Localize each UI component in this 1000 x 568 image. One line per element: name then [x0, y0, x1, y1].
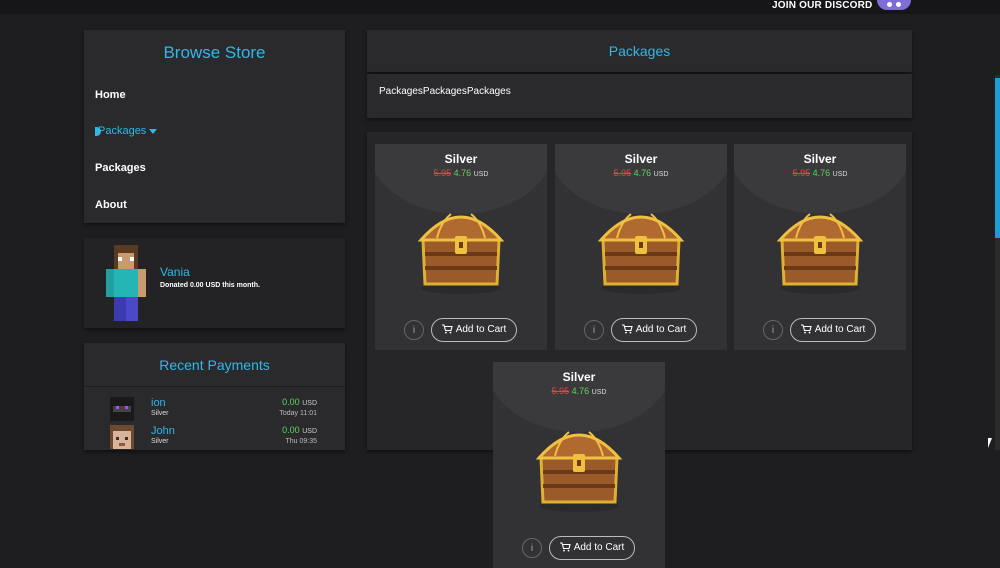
- old-price: 5.95: [613, 168, 632, 178]
- divider: [84, 386, 345, 387]
- package-price: 5.95 4.76 USD: [493, 386, 665, 396]
- page-title: Packages: [608, 43, 671, 59]
- packages-description: PackagesPackagesPackages: [367, 74, 912, 118]
- sidebar-title: Browse Store: [163, 43, 266, 62]
- player-avatar: [110, 397, 134, 421]
- recent-payments-panel: Recent Payments ion Silver 0.00 USD Toda…: [84, 343, 345, 450]
- package-card: Silver 5.95 4.76 USD i Add to Cart: [555, 144, 727, 350]
- packages-header: Packages: [367, 30, 912, 72]
- description-text: PackagesPackagesPackages: [379, 86, 511, 97]
- package-name: Silver: [624, 152, 658, 166]
- info-icon: i: [530, 543, 534, 554]
- package-price: 5.95 4.76 USD: [555, 168, 727, 178]
- payment-row: ion Silver 0.00 USD Today 11:01: [108, 397, 333, 423]
- cart-icon: [559, 542, 571, 552]
- mouse-cursor-icon: [988, 438, 992, 448]
- add-to-cart-label: Add to Cart: [635, 324, 687, 335]
- package-price: 5.95 4.76 USD: [375, 168, 547, 178]
- sale-price: 4.76: [571, 386, 590, 396]
- sidebar-nav: Browse Store Home Packages Packages Abou…: [84, 30, 345, 223]
- treasure-chest-image: [535, 431, 623, 512]
- nav-item-packages-dropdown[interactable]: Packages: [95, 125, 158, 137]
- add-to-cart-button[interactable]: Add to Cart: [611, 318, 697, 342]
- payment-player: John: [151, 425, 175, 437]
- payment-package: Silver: [151, 410, 169, 417]
- cart-icon: [441, 324, 453, 334]
- payment-time: Today 11:01: [279, 410, 317, 417]
- add-to-cart-button[interactable]: Add to Cart: [431, 318, 517, 342]
- top-donator-panel: Vania Donated 0.00 USD this month.: [84, 238, 345, 328]
- add-to-cart-label: Add to Cart: [455, 324, 507, 335]
- old-price: 5.95: [433, 168, 452, 178]
- payment-amount: 0.00 USD: [282, 397, 317, 407]
- payment-package: Silver: [151, 438, 169, 445]
- old-price: 5.95: [792, 168, 811, 178]
- player-skin-image: [106, 245, 146, 321]
- currency: USD: [832, 171, 848, 178]
- discord-icon[interactable]: [877, 0, 911, 10]
- info-icon: i: [412, 325, 416, 336]
- info-icon: i: [771, 325, 775, 336]
- package-price: 5.95 4.76 USD: [734, 168, 906, 178]
- payment-currency: USD: [302, 400, 317, 407]
- treasure-chest-image: [417, 213, 505, 294]
- info-button[interactable]: i: [763, 320, 783, 340]
- sale-price: 4.76: [633, 168, 652, 178]
- old-price: 5.95: [551, 386, 570, 396]
- scrollbar-thumb[interactable]: [995, 78, 1000, 238]
- package-card: Silver 5.95 4.76 USD i Add to Cart: [734, 144, 906, 350]
- chevron-down-icon: [149, 128, 158, 134]
- nav-item-label: Packages: [98, 125, 147, 137]
- nav-item-about[interactable]: About: [95, 199, 127, 211]
- add-to-cart-label: Add to Cart: [814, 324, 866, 335]
- info-button[interactable]: i: [404, 320, 424, 340]
- donator-name: Vania: [160, 265, 190, 279]
- package-name: Silver: [803, 152, 837, 166]
- nav-item-packages[interactable]: Packages: [95, 162, 146, 174]
- payment-time: Thu 09:35: [285, 438, 317, 445]
- treasure-chest-image: [597, 213, 685, 294]
- info-icon: i: [592, 325, 596, 336]
- donator-text: Donated 0.00 USD this month.: [160, 282, 260, 289]
- currency: USD: [653, 171, 669, 178]
- cart-icon: [621, 324, 633, 334]
- payment-currency: USD: [302, 428, 317, 435]
- payment-player: ion: [151, 397, 166, 409]
- info-button[interactable]: i: [584, 320, 604, 340]
- cart-icon: [800, 324, 812, 334]
- package-card: Silver 5.95 4.76 USD i Add to Cart: [375, 144, 547, 350]
- add-to-cart-button[interactable]: Add to Cart: [549, 536, 635, 560]
- sale-price: 4.76: [453, 168, 472, 178]
- discord-link[interactable]: JOIN OUR DISCORD: [772, 0, 872, 11]
- currency: USD: [591, 389, 607, 396]
- add-to-cart-label: Add to Cart: [573, 542, 625, 553]
- treasure-chest-image: [776, 213, 864, 294]
- currency: USD: [473, 171, 489, 178]
- add-to-cart-button[interactable]: Add to Cart: [790, 318, 876, 342]
- player-avatar: [110, 425, 134, 449]
- info-button[interactable]: i: [522, 538, 542, 558]
- nav-item-home[interactable]: Home: [95, 89, 126, 101]
- package-grid: Silver 5.95 4.76 USD i Add to Cart Silver 5.…: [367, 132, 912, 568]
- recent-payments-title: Recent Payments: [159, 357, 270, 373]
- sale-price: 4.76: [812, 168, 831, 178]
- payment-value: 0.00: [282, 397, 300, 407]
- package-name: Silver: [562, 370, 596, 384]
- payment-value: 0.00: [282, 425, 300, 435]
- package-card: Silver 5.95 4.76 USD i Add to Cart: [493, 362, 665, 568]
- payment-row: John Silver 0.00 USD Thu 09:35: [108, 425, 333, 451]
- payment-amount: 0.00 USD: [282, 425, 317, 435]
- package-name: Silver: [444, 152, 478, 166]
